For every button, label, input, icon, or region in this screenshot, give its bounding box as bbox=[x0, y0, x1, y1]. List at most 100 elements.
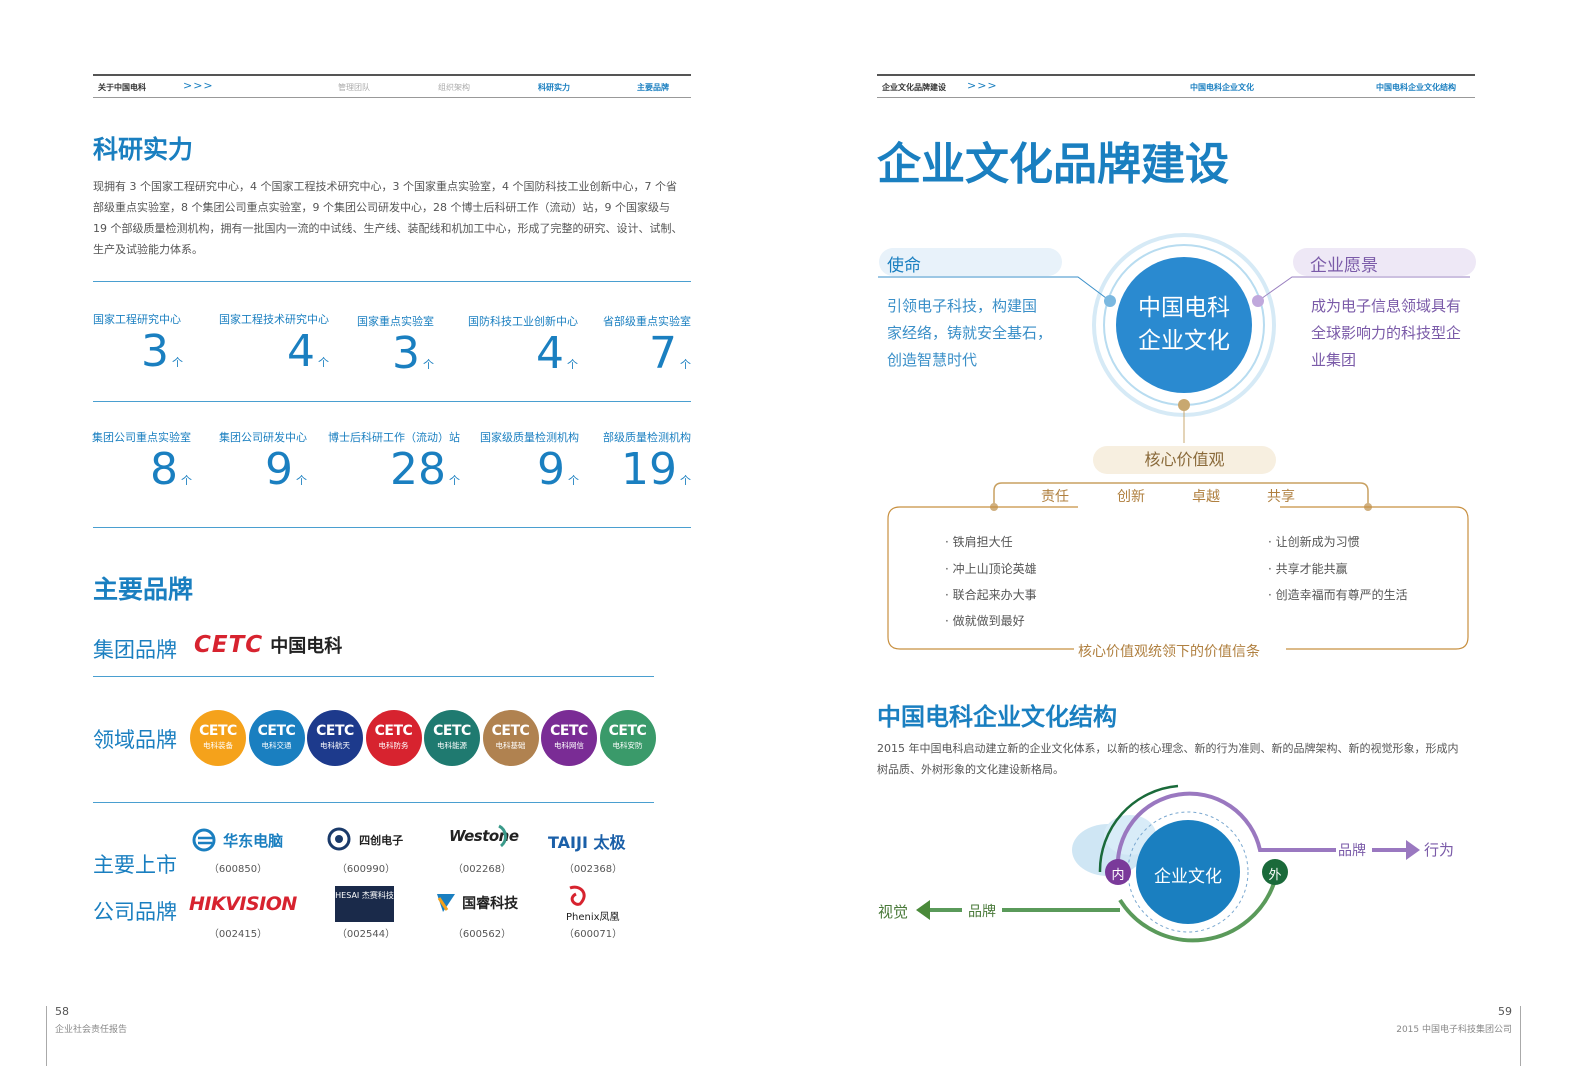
left-nav-section[interactable]: 关于中国电科 bbox=[98, 82, 146, 93]
logo-text: Phenix凤凰 bbox=[566, 912, 620, 923]
domain-brand-logo: CETC 电科网信 bbox=[541, 710, 597, 766]
stat-value: 8 bbox=[150, 444, 178, 495]
logo-text: HIKVISION bbox=[189, 893, 297, 915]
stat-unit: 个 bbox=[449, 474, 460, 487]
nav-item-culture[interactable]: 中国电科企业文化 bbox=[1190, 82, 1254, 93]
nav-item-culture-structure[interactable]: 中国电科企业文化结构 bbox=[1376, 82, 1456, 93]
stat-label: 国家工程技术研究中心 bbox=[219, 313, 329, 326]
stat-national-key-lab: 国家重点实验室 3个 bbox=[356, 313, 434, 379]
stat-unit: 个 bbox=[568, 474, 579, 487]
core-values-label: 核心价值观 bbox=[1144, 450, 1225, 469]
divider bbox=[93, 527, 691, 528]
research-title: 科研实力 bbox=[93, 135, 194, 164]
mission-line: 创造智慧时代 bbox=[887, 351, 978, 369]
structure-behavior: 行为 bbox=[1424, 841, 1455, 859]
research-para-line: 生产及试验能力体系。 bbox=[93, 243, 203, 256]
right-footer-text: 2015 中国电子科技集团公司 bbox=[1396, 1025, 1512, 1035]
belief-item: · 联合起来办大事 bbox=[945, 588, 1037, 602]
structure-center-label: 企业文化 bbox=[1154, 867, 1222, 887]
logo-text: TAIJI 太极 bbox=[548, 833, 626, 852]
mission-label: 使命 bbox=[887, 256, 921, 276]
center-line: 企业文化 bbox=[1138, 328, 1230, 354]
logo-text: 华东电脑 bbox=[223, 832, 284, 850]
stat-value: 4 bbox=[536, 328, 564, 379]
domain-brand-name: 电科交通 bbox=[261, 741, 292, 750]
right-nav-section[interactable]: 企业文化品牌建设 bbox=[882, 82, 946, 93]
nav-item-management[interactable]: 管理团队 bbox=[338, 82, 370, 93]
belief-item: · 共享才能共赢 bbox=[1268, 562, 1348, 576]
mission-tag: 使命 bbox=[879, 248, 1062, 276]
domain-brand-name: 电科装备 bbox=[203, 741, 233, 750]
right-nav-bar: 企业文化品牌建设 >>> 中国电科企业文化 中国电科企业文化结构 bbox=[877, 74, 1475, 98]
divider bbox=[93, 401, 691, 402]
logo-hesai: HESAI 杰赛科技 bbox=[335, 886, 394, 922]
left-nav-bar: 关于中国电科 >>> 管理团队 组织架构 科研实力 主要品牌 bbox=[93, 74, 691, 98]
group-brand-label: 集团品牌 bbox=[93, 638, 177, 662]
core-values-tag: 核心价值观 bbox=[1093, 446, 1276, 474]
structure-title: 中国电科企业文化结构 bbox=[877, 703, 1117, 731]
stat-unit: 个 bbox=[318, 356, 329, 369]
nav-item-organization[interactable]: 组织架构 bbox=[438, 82, 470, 93]
stat-unit: 个 bbox=[567, 358, 578, 371]
nav-item-research[interactable]: 科研实力 bbox=[538, 82, 570, 93]
domain-brand-logo: CETC 电科交通 bbox=[248, 710, 305, 766]
stat-label: 部级质量检测机构 bbox=[603, 431, 691, 444]
domain-brand-label: 领域品牌 bbox=[93, 728, 177, 752]
core-value-excellence: 卓越 bbox=[1192, 489, 1220, 505]
stat-label: 集团公司研发中心 bbox=[219, 431, 307, 444]
stat-unit: 个 bbox=[680, 358, 691, 371]
phenix-logo-icon bbox=[569, 885, 586, 906]
stat-label: 国家重点实验室 bbox=[357, 315, 434, 328]
stat-value: 9 bbox=[537, 444, 565, 495]
stat-national-quality-inspection: 国家级质量检测机构 9个 bbox=[478, 429, 579, 495]
stat-value: 28 bbox=[390, 444, 446, 495]
stat-unit: 个 bbox=[296, 474, 307, 487]
structure-para-line: 树品质、外树形象的文化建设新格局。 bbox=[877, 763, 1064, 776]
belief-item: · 让创新成为习惯 bbox=[1268, 535, 1360, 549]
stat-unit: 个 bbox=[181, 474, 192, 487]
core-value-sharing: 共享 bbox=[1267, 489, 1295, 505]
domain-brand-cetc: CETC bbox=[491, 723, 530, 739]
stat-label: 国家工程研究中心 bbox=[93, 313, 181, 326]
logo-text: 四创电子 bbox=[359, 834, 404, 847]
research-para-line: 现拥有 3 个国家工程研究中心，4 个国家工程技术研究中心，3 个国家重点实验室… bbox=[93, 180, 677, 193]
core-value-innovation: 创新 bbox=[1117, 489, 1145, 505]
belief-item: · 做就做到最好 bbox=[945, 614, 1025, 628]
stat-ministry-quality-inspection: 部级质量检测机构 19 个 bbox=[600, 429, 691, 495]
research-paragraph: 现拥有 3 个国家工程研究中心，4 个国家工程技术研究中心，3 个国家重点实验室… bbox=[93, 176, 693, 260]
belief-item: · 铁肩担大任 bbox=[945, 535, 1013, 549]
stat-value: 9 bbox=[265, 444, 293, 495]
logo-text: 国睿科技 bbox=[462, 896, 519, 912]
structure-brand-right: 品牌 bbox=[1338, 843, 1366, 859]
divider bbox=[93, 281, 691, 282]
stat-label: 省部级重点实验室 bbox=[603, 315, 691, 328]
listed-code: （002368） bbox=[563, 864, 623, 875]
center-line: 中国电科 bbox=[1138, 295, 1230, 321]
listed-code: （002415） bbox=[208, 929, 268, 940]
domain-brand-cetc: CETC bbox=[316, 723, 354, 739]
belief-item: · 冲上山顶论英雄 bbox=[945, 562, 1037, 576]
right-nav-arrows: >>> bbox=[967, 79, 998, 92]
research-para-line: 部级重点实验室，8 个集团公司重点实验室，9 个集团公司研发中心，28 个博士后… bbox=[93, 201, 670, 214]
mission-line: 引领电子科技，构建国 bbox=[887, 297, 1038, 315]
domain-brand-logo: CETC 电科能源 bbox=[424, 710, 480, 766]
logo-huadong: 华东电脑 bbox=[192, 828, 283, 856]
vision-tag: 企业愿景 bbox=[1293, 248, 1476, 276]
domain-brand-cetc: CETC bbox=[550, 723, 588, 739]
stat-value: 3 bbox=[141, 326, 169, 377]
stat-unit: 个 bbox=[680, 474, 691, 487]
stat-provincial-key-lab: 省部级重点实验室 7个 bbox=[600, 313, 691, 379]
stat-group-rd-center: 集团公司研发中心 9个 bbox=[217, 429, 307, 495]
stat-unit: 个 bbox=[172, 356, 183, 369]
structure-outer-label: 外 bbox=[1268, 868, 1282, 883]
domain-brand-logo: CETC 电科安防 bbox=[599, 710, 656, 766]
culture-center-text: 中国电科 企业文化 bbox=[1114, 292, 1254, 358]
domain-brand-logo: CETC 电科航天 bbox=[307, 710, 363, 766]
structure-brand-left: 品牌 bbox=[968, 904, 996, 920]
listed-code: （600850） bbox=[208, 864, 268, 875]
nav-item-brands[interactable]: 主要品牌 bbox=[637, 82, 669, 93]
stat-label: 集团公司重点实验室 bbox=[92, 431, 191, 444]
stat-value: 19 bbox=[621, 444, 677, 495]
stat-label: 博士后科研工作（流动）站 bbox=[328, 431, 460, 444]
stat-label: 国家级质量检测机构 bbox=[480, 431, 579, 444]
